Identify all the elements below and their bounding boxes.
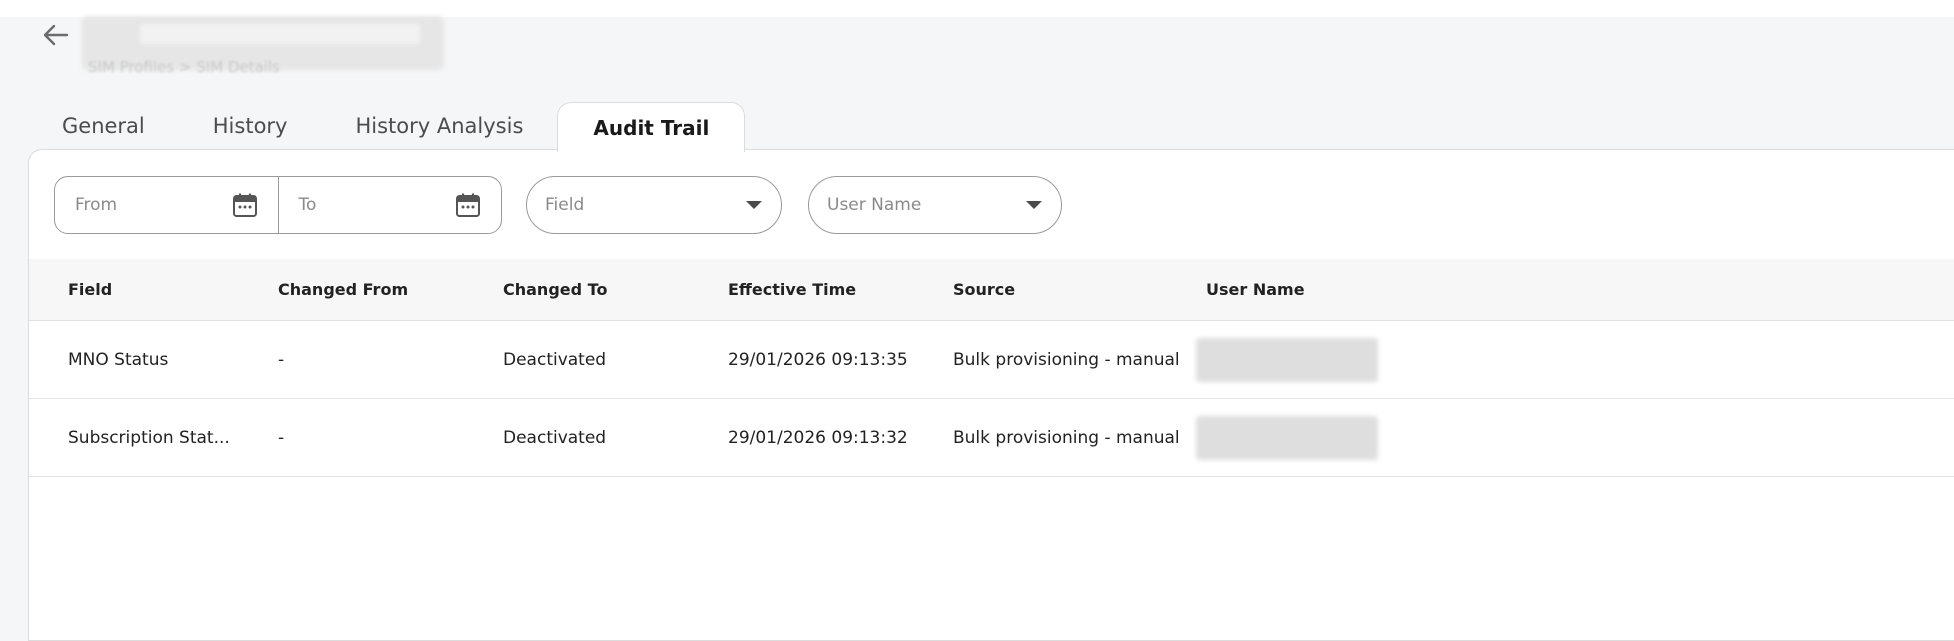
user-name-placeholder: User Name (827, 195, 922, 215)
to-date-field[interactable]: To (277, 177, 502, 233)
user-name-redacted (1196, 337, 1378, 382)
calendar-icon[interactable] (455, 192, 481, 218)
calendar-icon[interactable] (232, 192, 258, 218)
breadcrumb: SIM Profiles > SIM Details (88, 58, 280, 76)
table-row[interactable]: MNO Status - Deactivated 29/01/2026 09:1… (29, 321, 1954, 399)
cell-effective-time: 29/01/2026 09:13:32 (728, 427, 908, 448)
cell-changed-to: Deactivated (503, 349, 607, 370)
tab-history[interactable]: History (179, 102, 322, 150)
cell-field: Subscription Stat... (68, 427, 230, 448)
user-name-select[interactable]: User Name (808, 176, 1062, 234)
from-date-field[interactable]: From (55, 177, 278, 233)
column-header-source[interactable]: Source (914, 280, 1184, 299)
cell-changed-from: - (278, 427, 285, 448)
cell-effective-time: 29/01/2026 09:13:35 (728, 349, 908, 370)
table-header: Field Changed From Changed To Effective … (29, 259, 1954, 321)
caret-down-icon (1026, 201, 1042, 209)
caret-down-icon (746, 201, 762, 209)
field-select[interactable]: Field (526, 176, 782, 234)
cell-source: Bulk provisioning - manual (953, 427, 1180, 448)
tab-bar: General History History Analysis Audit T… (28, 102, 746, 152)
cell-field: MNO Status (68, 349, 169, 370)
user-name-redacted (1196, 415, 1378, 460)
cell-changed-from: - (278, 349, 285, 370)
table-row[interactable]: Subscription Stat... - Deactivated 29/01… (29, 399, 1954, 477)
tab-audit-trail[interactable]: Audit Trail (557, 102, 746, 152)
field-placeholder: Field (545, 195, 585, 215)
audit-trail-panel: From To Field User Name Field Changed Fr… (28, 149, 1954, 641)
cell-user-name (1184, 337, 1484, 382)
cell-source: Bulk provisioning - manual (953, 349, 1180, 370)
tab-general[interactable]: General (28, 102, 179, 150)
back-button[interactable] (38, 20, 74, 50)
date-range-picker: From To (54, 176, 502, 234)
column-header-changed-from[interactable]: Changed From (239, 280, 464, 299)
from-placeholder: From (75, 195, 118, 215)
top-strip (0, 0, 1954, 17)
column-header-user-name[interactable]: User Name (1184, 280, 1484, 299)
filter-bar: From To Field User Name (54, 176, 1062, 234)
audit-table: Field Changed From Changed To Effective … (29, 259, 1954, 477)
column-header-field[interactable]: Field (29, 280, 239, 299)
cell-user-name (1184, 415, 1484, 460)
arrow-left-icon (43, 24, 69, 46)
column-header-changed-to[interactable]: Changed To (464, 280, 689, 299)
to-placeholder: To (298, 195, 317, 215)
column-header-effective-time[interactable]: Effective Time (689, 280, 914, 299)
cell-changed-to: Deactivated (503, 427, 607, 448)
tab-history-analysis[interactable]: History Analysis (321, 102, 557, 150)
